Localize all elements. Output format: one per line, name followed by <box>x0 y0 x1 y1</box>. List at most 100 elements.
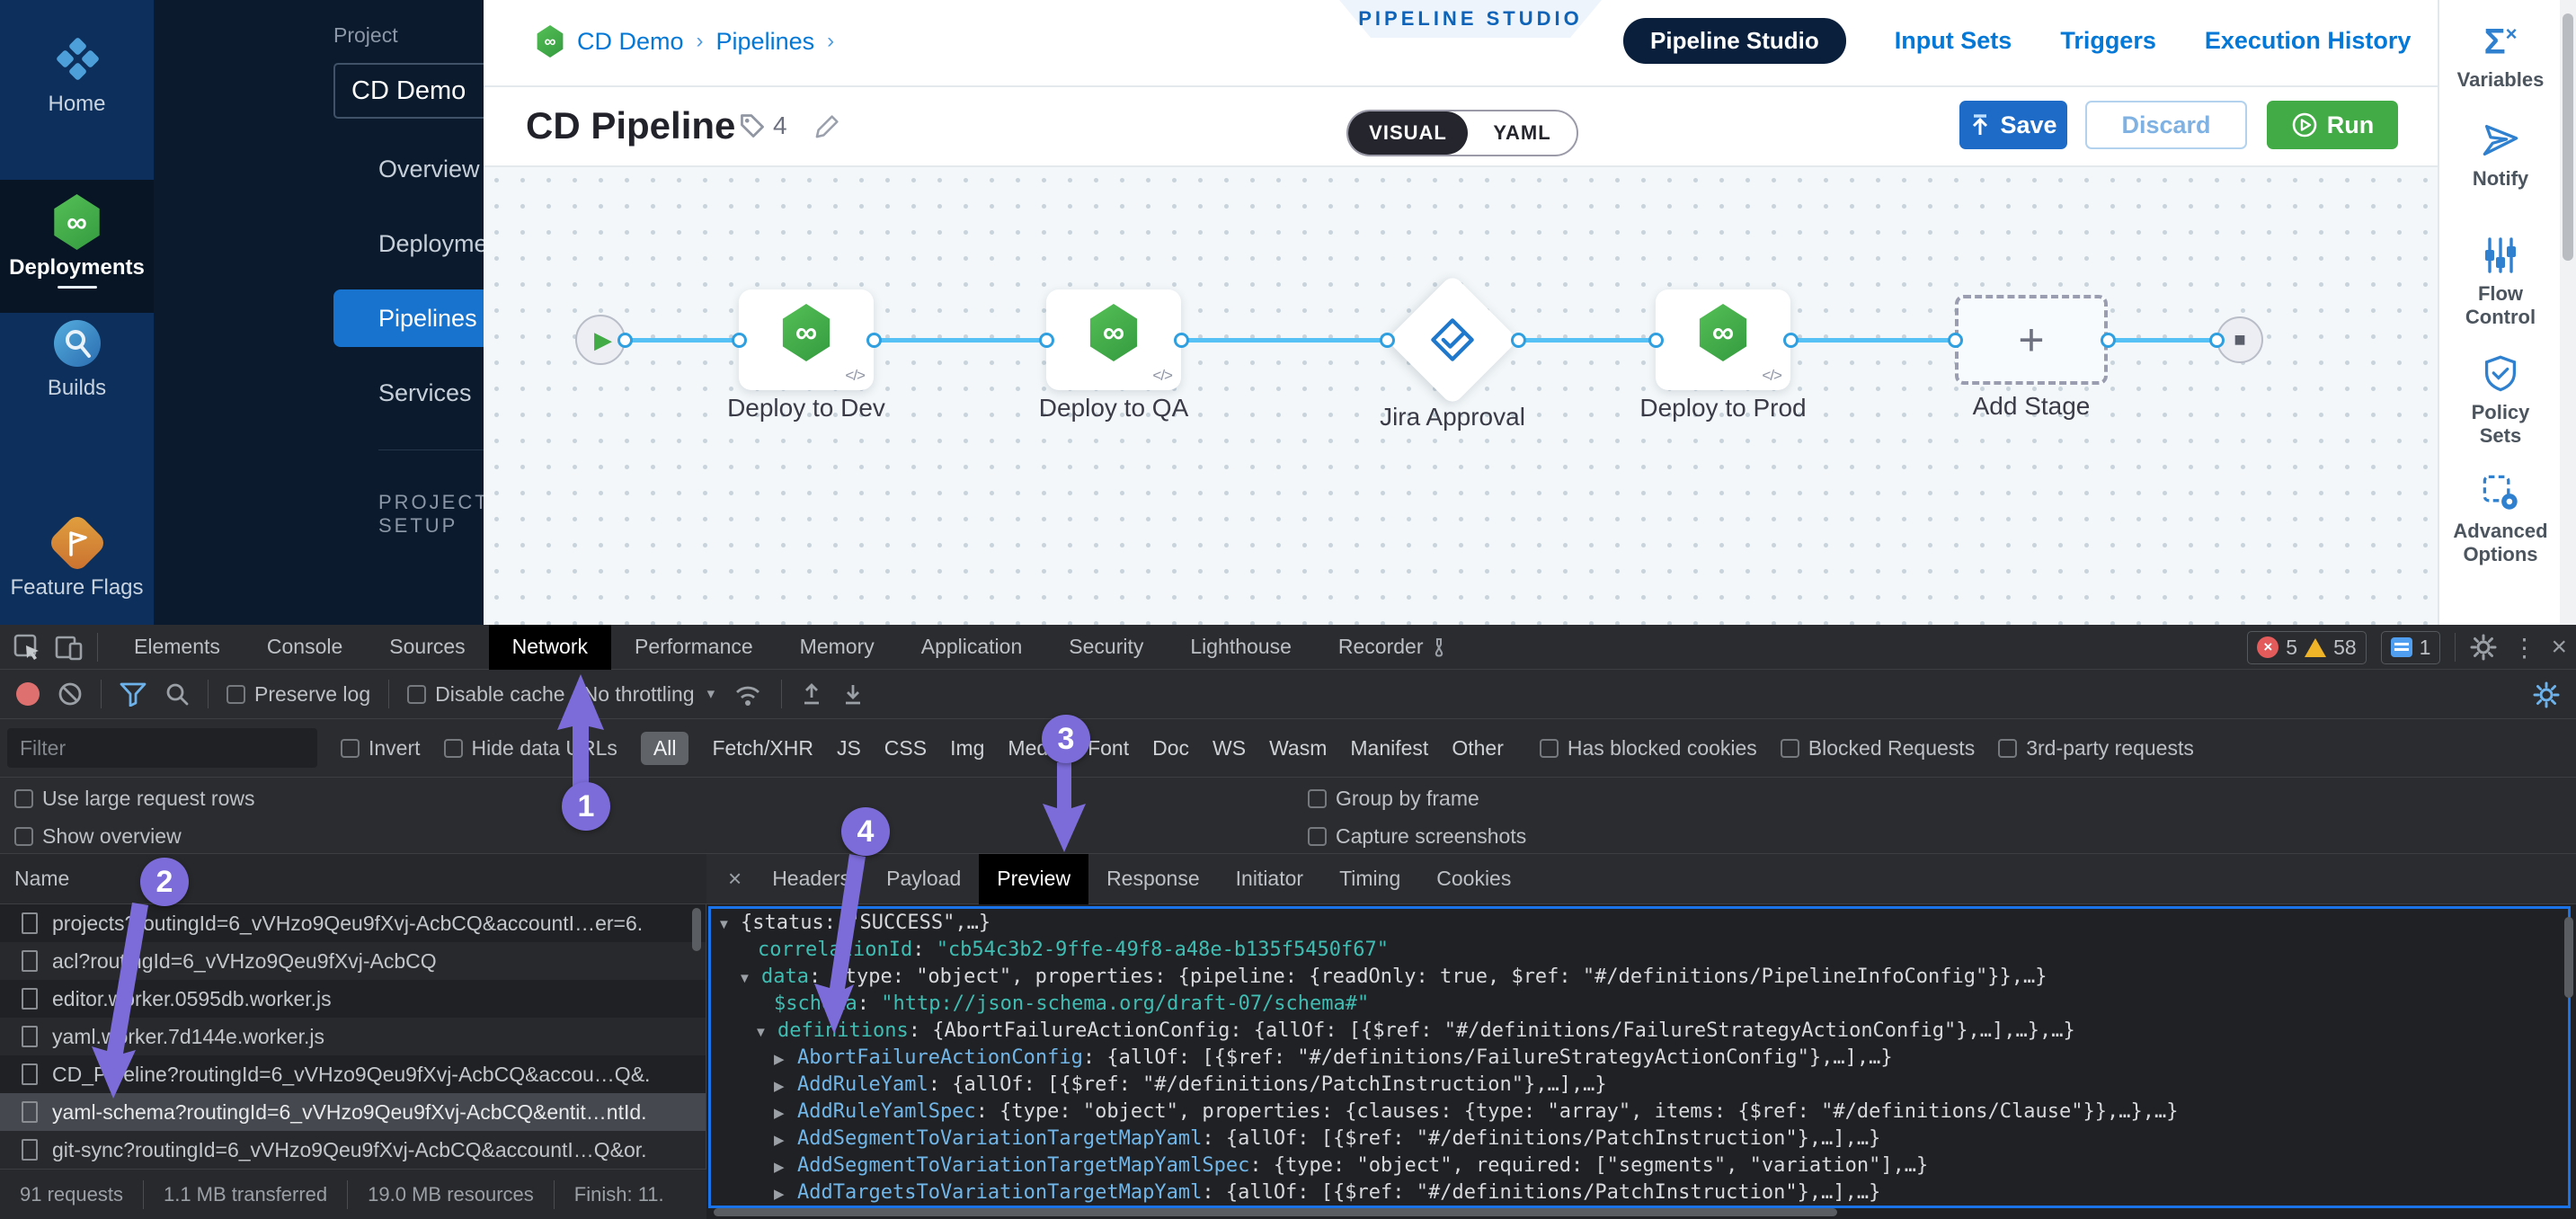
toolbar-item-notify[interactable]: Notify <box>2439 120 2562 191</box>
checkbox[interactable] <box>341 739 360 758</box>
tab-execution-history[interactable]: Execution History <box>2205 27 2412 55</box>
search-icon[interactable] <box>164 681 190 707</box>
toggle-yaml[interactable]: YAML <box>1468 111 1577 155</box>
export-har-icon[interactable] <box>841 681 865 707</box>
toolbar-item-advanced-options[interactable]: Advanced Options <box>2439 473 2562 566</box>
show-overview-checkbox[interactable]: Show overview <box>14 824 182 849</box>
visual-yaml-toggle[interactable]: VISUAL YAML <box>1346 110 1578 156</box>
devtools-tab-elements[interactable]: Elements <box>111 625 244 670</box>
has-blocked-cookies-checkbox[interactable]: Has blocked cookies <box>1540 736 1757 761</box>
close-devtools-icon[interactable]: × <box>2551 632 2567 663</box>
devtools-tab-network[interactable]: Network <box>489 625 611 670</box>
stage-deploy-to-qa[interactable]: ∞ </> <box>1046 289 1181 390</box>
add-stage-button[interactable]: + <box>1955 295 2108 385</box>
invert-checkbox[interactable]: Invert <box>341 736 421 761</box>
checkbox[interactable] <box>14 827 33 846</box>
filter-funnel-icon[interactable] <box>120 681 147 707</box>
console-errors-warnings-badge[interactable]: × 5 58 <box>2247 631 2366 664</box>
connector-port[interactable] <box>1380 333 1395 348</box>
kebab-menu-icon[interactable]: ⋮ <box>2511 633 2536 663</box>
preview-vertical-scrollbar[interactable] <box>2564 917 2573 998</box>
use-large-request-rows-checkbox[interactable]: Use large request rows <box>14 787 255 811</box>
throttling-select[interactable]: No throttling ▾ <box>583 682 715 707</box>
pipeline-canvas[interactable]: ▶ ∞ </> ∞ </> ∞ </> <box>484 167 2438 625</box>
tree-toggle-icon[interactable]: ▶ <box>774 1078 797 1094</box>
tree-toggle-icon[interactable]: ▶ <box>774 1159 797 1175</box>
tab-input-sets[interactable]: Input Sets <box>1895 27 2012 55</box>
filter-type-css[interactable]: CSS <box>884 736 927 761</box>
filter-type-img[interactable]: Img <box>950 736 984 761</box>
devtools-tab-security[interactable]: Security <box>1045 625 1167 670</box>
filter-type-ws[interactable]: WS <box>1212 736 1246 761</box>
pipeline-tags[interactable]: 4 <box>739 111 841 140</box>
stage-jira-approval[interactable] <box>1386 273 1518 405</box>
request-row[interactable]: editor.worker.0595db.worker.js <box>0 980 706 1018</box>
connector-port[interactable] <box>2209 333 2225 348</box>
discard-button[interactable]: Discard <box>2085 101 2247 149</box>
close-detail-icon[interactable]: × <box>715 865 754 893</box>
devtools-tab-sources[interactable]: Sources <box>366 625 488 670</box>
request-list-scrollbar[interactable] <box>692 908 701 951</box>
filter-type-js[interactable]: JS <box>837 736 861 761</box>
page-scrollbar-thumb[interactable] <box>2563 13 2573 261</box>
connector-port[interactable] <box>1511 333 1526 348</box>
record-button[interactable] <box>16 682 40 706</box>
detail-tab-cookies[interactable]: Cookies <box>1418 854 1529 904</box>
settings-gear-icon[interactable] <box>2470 634 2497 661</box>
detail-tab-preview[interactable]: Preview <box>979 854 1088 904</box>
filter-type-wasm[interactable]: Wasm <box>1269 736 1327 761</box>
run-button[interactable]: Run <box>2267 101 2398 149</box>
connector-port[interactable] <box>1039 333 1054 348</box>
detail-tab-initiator[interactable]: Initiator <box>1218 854 1321 904</box>
request-row-selected[interactable]: yaml-schema?routingId=6_vVHzo9Qeu9fXvj-A… <box>0 1093 706 1131</box>
request-row[interactable]: projects?routingId=6_vVHzo9Qeu9fXvj-AcbC… <box>0 904 706 942</box>
toolbar-item-policy-sets[interactable]: Policy Sets <box>2439 354 2562 448</box>
connector-port[interactable] <box>732 333 747 348</box>
request-row[interactable]: yaml.worker.7d144e.worker.js <box>0 1018 706 1055</box>
tree-toggle-icon[interactable]: ▶ <box>774 1105 797 1121</box>
rail-item-home[interactable]: Home <box>0 34 154 117</box>
tree-toggle-icon[interactable]: ▶ <box>774 1051 797 1067</box>
project-setup-toggle[interactable]: PROJECT SETUP <box>378 491 489 538</box>
request-list-header[interactable]: Name <box>0 854 706 904</box>
filter-type-manifest[interactable]: Manifest <box>1350 736 1428 761</box>
hide-data-urls-checkbox[interactable]: Hide data URLs <box>444 736 617 761</box>
preserve-log-checkbox[interactable]: Preserve log <box>227 682 370 707</box>
preview-horizontal-scrollbar[interactable] <box>714 1208 1837 1216</box>
edit-pencil-icon[interactable] <box>814 112 841 139</box>
devtools-tab-performance[interactable]: Performance <box>611 625 777 670</box>
disable-cache-checkbox[interactable]: Disable cache <box>407 682 564 707</box>
stage-deploy-to-dev[interactable]: ∞ </> <box>739 289 874 390</box>
connector-port[interactable] <box>617 333 633 348</box>
detail-tab-headers[interactable]: Headers <box>754 854 868 904</box>
connector-port[interactable] <box>1948 333 1963 348</box>
filter-type-fetch-xhr[interactable]: Fetch/XHR <box>712 736 813 761</box>
connector-port[interactable] <box>1648 333 1664 348</box>
tree-toggle-icon[interactable]: ▼ <box>738 971 761 986</box>
filter-type-doc[interactable]: Doc <box>1152 736 1189 761</box>
connector-port[interactable] <box>1783 333 1799 348</box>
checkbox[interactable] <box>14 789 33 808</box>
capture-screenshots-checkbox[interactable]: Capture screenshots <box>1308 824 1526 849</box>
rail-item-deployments[interactable]: ∞ Deployments <box>0 194 154 280</box>
tree-toggle-icon[interactable]: ▶ <box>774 1132 797 1148</box>
blocked-requests-checkbox[interactable]: Blocked Requests <box>1781 736 1975 761</box>
filter-input[interactable] <box>7 728 317 768</box>
request-row[interactable]: acl?routingId=6_vVHzo9Qeu9fXvj-AcbCQ <box>0 942 706 980</box>
filter-type-other[interactable]: Other <box>1452 736 1504 761</box>
checkbox[interactable] <box>1308 789 1327 808</box>
save-button[interactable]: Save <box>1959 101 2067 149</box>
request-row[interactable]: CD_Pipeline?routingId=6_vVHzo9Qeu9fXvj-A… <box>0 1055 706 1093</box>
rail-item-builds[interactable]: Builds <box>0 320 154 401</box>
filter-type-font[interactable]: Font <box>1088 736 1129 761</box>
device-toolbar-icon[interactable] <box>54 633 84 662</box>
connector-port[interactable] <box>2101 333 2116 348</box>
checkbox[interactable] <box>1540 739 1559 758</box>
tab-triggers[interactable]: Triggers <box>2060 27 2156 55</box>
breadcrumb-pipelines-link[interactable]: Pipelines <box>716 28 815 56</box>
detail-tab-response[interactable]: Response <box>1088 854 1218 904</box>
network-settings-gear-icon[interactable] <box>2533 681 2560 708</box>
detail-tab-payload[interactable]: Payload <box>868 854 979 904</box>
tree-toggle-icon[interactable]: ▶ <box>774 1186 797 1202</box>
devtools-tab-console[interactable]: Console <box>244 625 366 670</box>
